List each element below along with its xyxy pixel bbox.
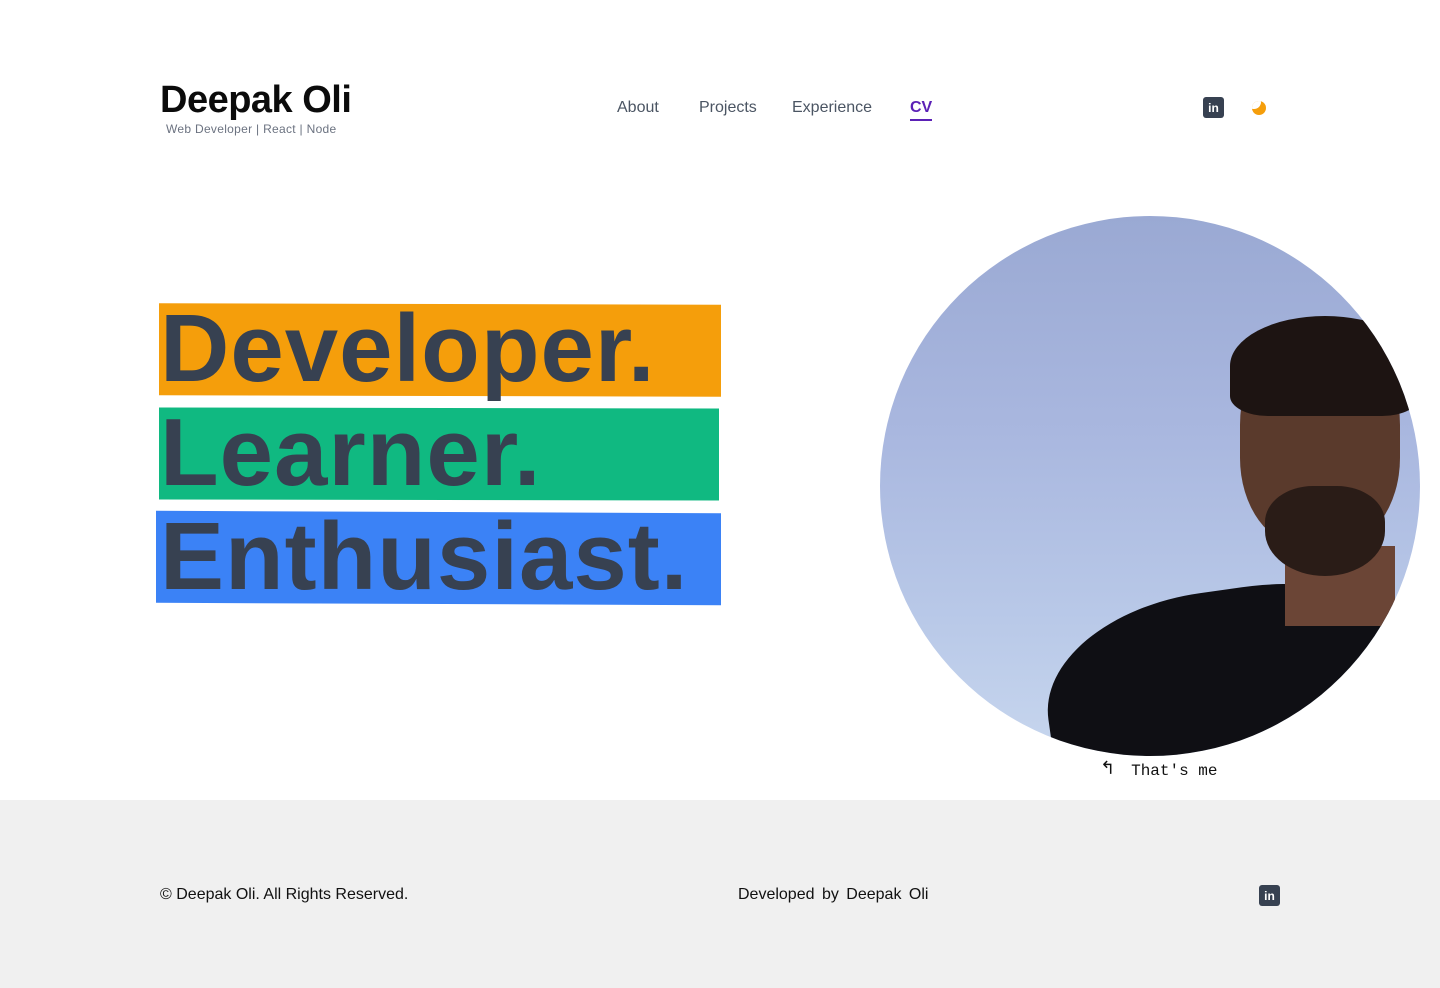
hero-words: Developer. Learner. Enthusiast. <box>156 295 726 616</box>
hero-word-enthusiast: Enthusiast. <box>156 503 726 616</box>
footer: © Deepak Oli. All Rights Reserved. Devel… <box>0 800 1440 988</box>
brand-name[interactable]: Deepak Oli <box>160 80 352 120</box>
photo-caption: ↰ That's me <box>1100 756 1218 780</box>
footer-copyright: © Deepak Oli. All Rights Reserved. <box>160 886 409 903</box>
brand-tagline: Web Developer | React | Node <box>166 122 337 136</box>
brand[interactable]: Deepak Oli Web Developer | React | Node <box>160 80 352 136</box>
caption-text: That's me <box>1131 762 1218 780</box>
nav-projects[interactable]: Projects <box>699 97 757 119</box>
curved-arrow-icon: ↰ <box>1100 758 1116 778</box>
linkedin-icon[interactable]: in <box>1259 885 1280 906</box>
footer-developed-by: Developed by Deepak Oli <box>738 886 929 903</box>
nav-experience[interactable]: Experience <box>792 97 872 119</box>
hero-word-developer: Developer. <box>156 295 726 408</box>
photo-beard <box>1265 486 1385 576</box>
photo-hair <box>1230 316 1420 416</box>
nav-cv[interactable]: CV <box>910 97 933 121</box>
profile-photo <box>880 216 1420 756</box>
hero-word-text: Enthusiast. <box>160 503 689 610</box>
nav-about[interactable]: About <box>617 97 659 119</box>
linkedin-icon[interactable]: in <box>1203 97 1224 118</box>
hero-word-text: Developer. <box>160 295 656 402</box>
hero-word-text: Learner. <box>160 399 542 506</box>
moon-icon[interactable] <box>1252 101 1266 115</box>
hero-word-learner: Learner. <box>156 399 726 512</box>
